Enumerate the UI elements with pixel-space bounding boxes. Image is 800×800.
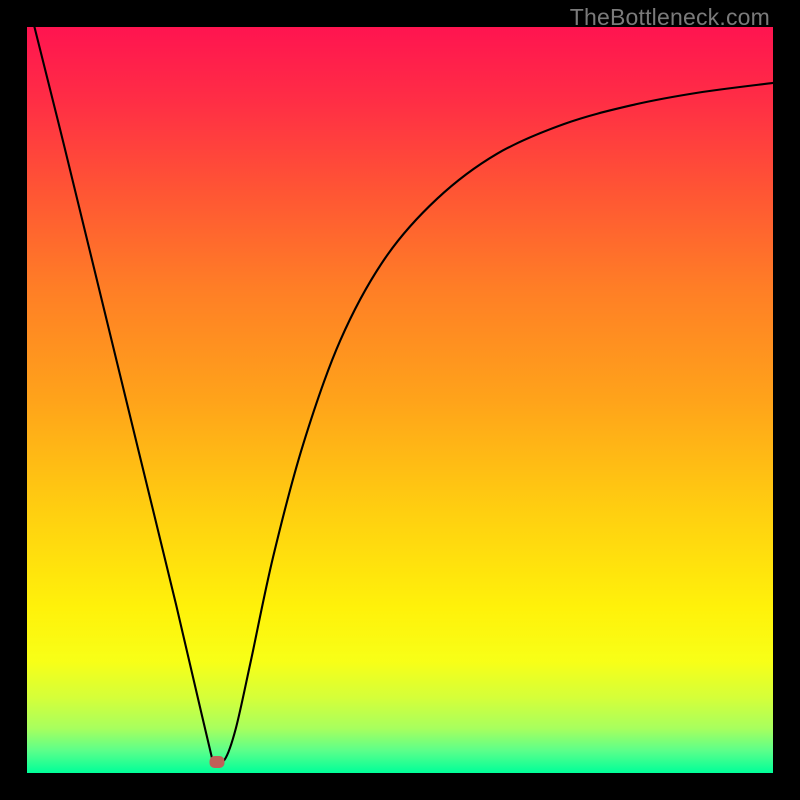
bottleneck-curve [27, 27, 773, 773]
plot-frame [27, 27, 773, 773]
optimal-point-marker [210, 756, 225, 768]
watermark-text: TheBottleneck.com [570, 4, 770, 31]
